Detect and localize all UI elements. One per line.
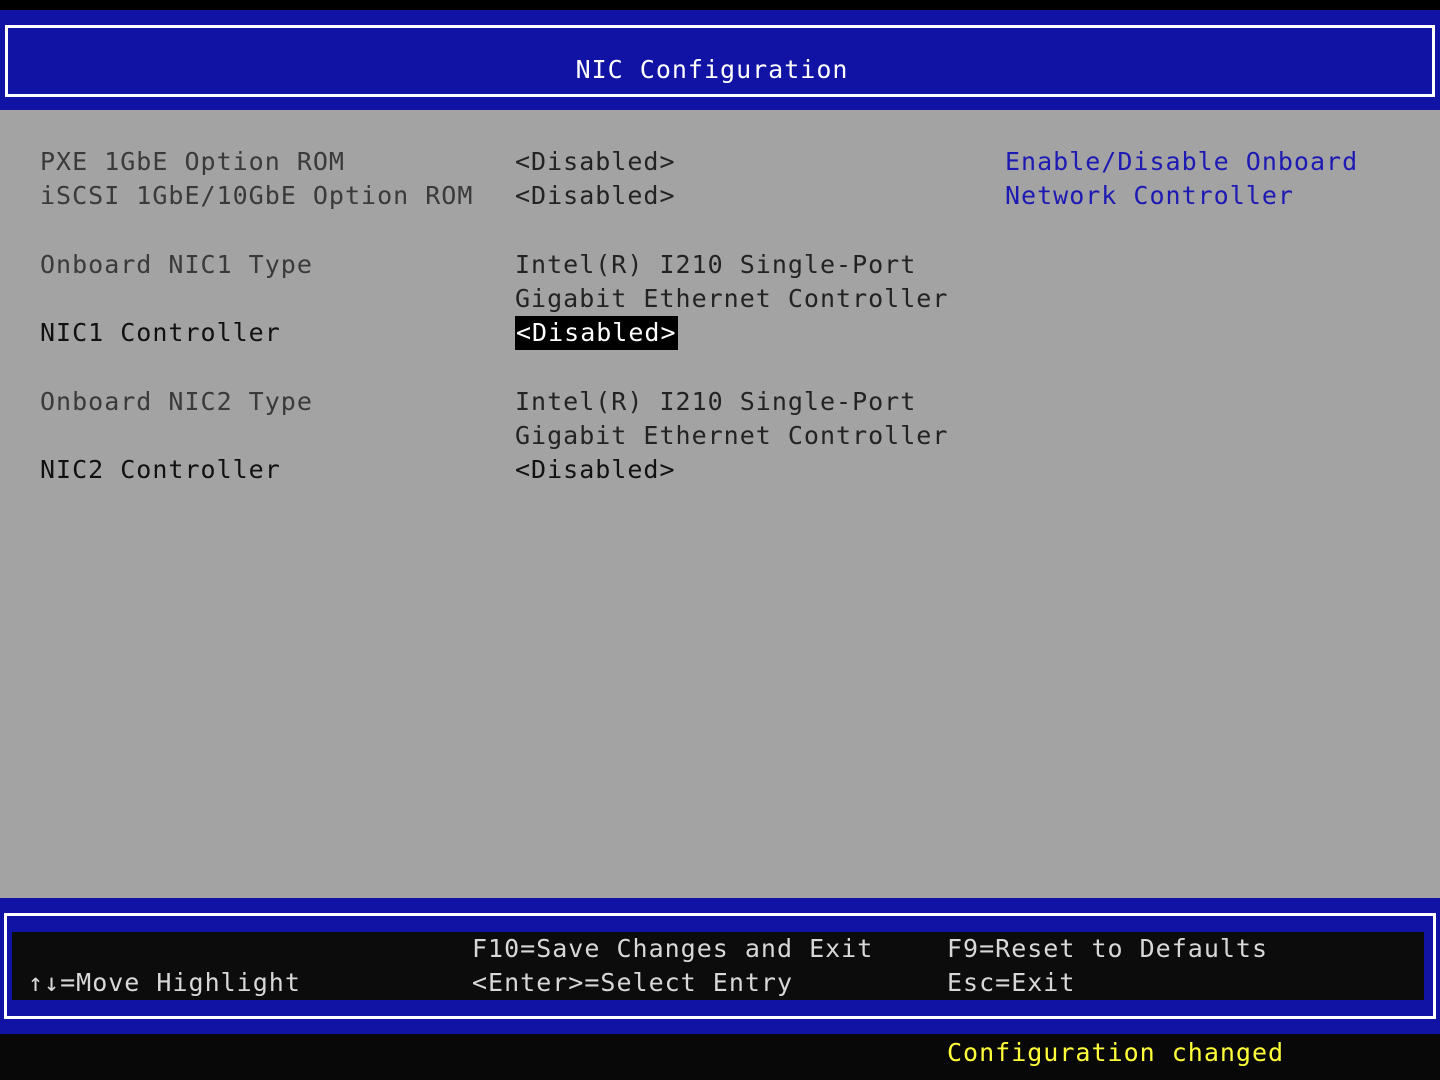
settings-panel: PXE 1GbE Option ROM <Disabled> iSCSI 1Gb… (0, 110, 1440, 898)
setting-label-onboard-nic1-type: Onboard NIC1 Type (40, 250, 313, 279)
setting-label-nic1-controller: NIC1 Controller (40, 318, 281, 347)
key-select-entry[interactable]: <Enter>=Select Entry (472, 966, 793, 1000)
setting-label-pxe-option-rom: PXE 1GbE Option ROM (40, 147, 345, 176)
status-bar: Configuration changed (0, 1034, 1440, 1080)
setting-value-nic2-type-line2: Gigabit Ethernet Controller (515, 421, 949, 450)
key-move-highlight: ↑↓=Move Highlight (28, 968, 301, 997)
key-help-bar: F10=Save Changes and Exit F9=Reset to De… (0, 898, 1440, 1034)
setting-value-nic2-type-line1: Intel(R) I210 Single-Port (515, 387, 917, 416)
page-title: NIC Configuration (575, 55, 849, 84)
title-bar: NIC Configuration (0, 10, 1440, 110)
key-save-exit[interactable]: F10=Save Changes and Exit (472, 932, 873, 966)
top-border (0, 0, 1440, 10)
setting-value-nic2-controller[interactable]: <Disabled> (515, 453, 676, 487)
setting-label-nic2-controller: NIC2 Controller (40, 455, 281, 484)
setting-value-iscsi-option-rom[interactable]: <Disabled> (515, 179, 676, 213)
help-text-line1: Enable/Disable Onboard (1005, 147, 1359, 176)
setting-value-nic1-controller[interactable]: <Disabled> (515, 316, 678, 350)
key-esc-exit[interactable]: Esc=Exit (947, 966, 1075, 1000)
setting-value-pxe-option-rom[interactable]: <Disabled> (515, 145, 676, 179)
setting-label-onboard-nic2-type: Onboard NIC2 Type (40, 387, 313, 416)
setting-label-iscsi-option-rom: iSCSI 1GbE/10GbE Option ROM (40, 181, 474, 210)
status-message: Configuration changed (947, 1038, 1285, 1067)
setting-value-nic1-type-line1: Intel(R) I210 Single-Port (515, 250, 917, 279)
key-reset-defaults[interactable]: F9=Reset to Defaults (947, 932, 1268, 966)
setting-value-nic1-type-line2: Gigabit Ethernet Controller (515, 284, 949, 313)
help-text-line2: Network Controller (1005, 181, 1294, 210)
